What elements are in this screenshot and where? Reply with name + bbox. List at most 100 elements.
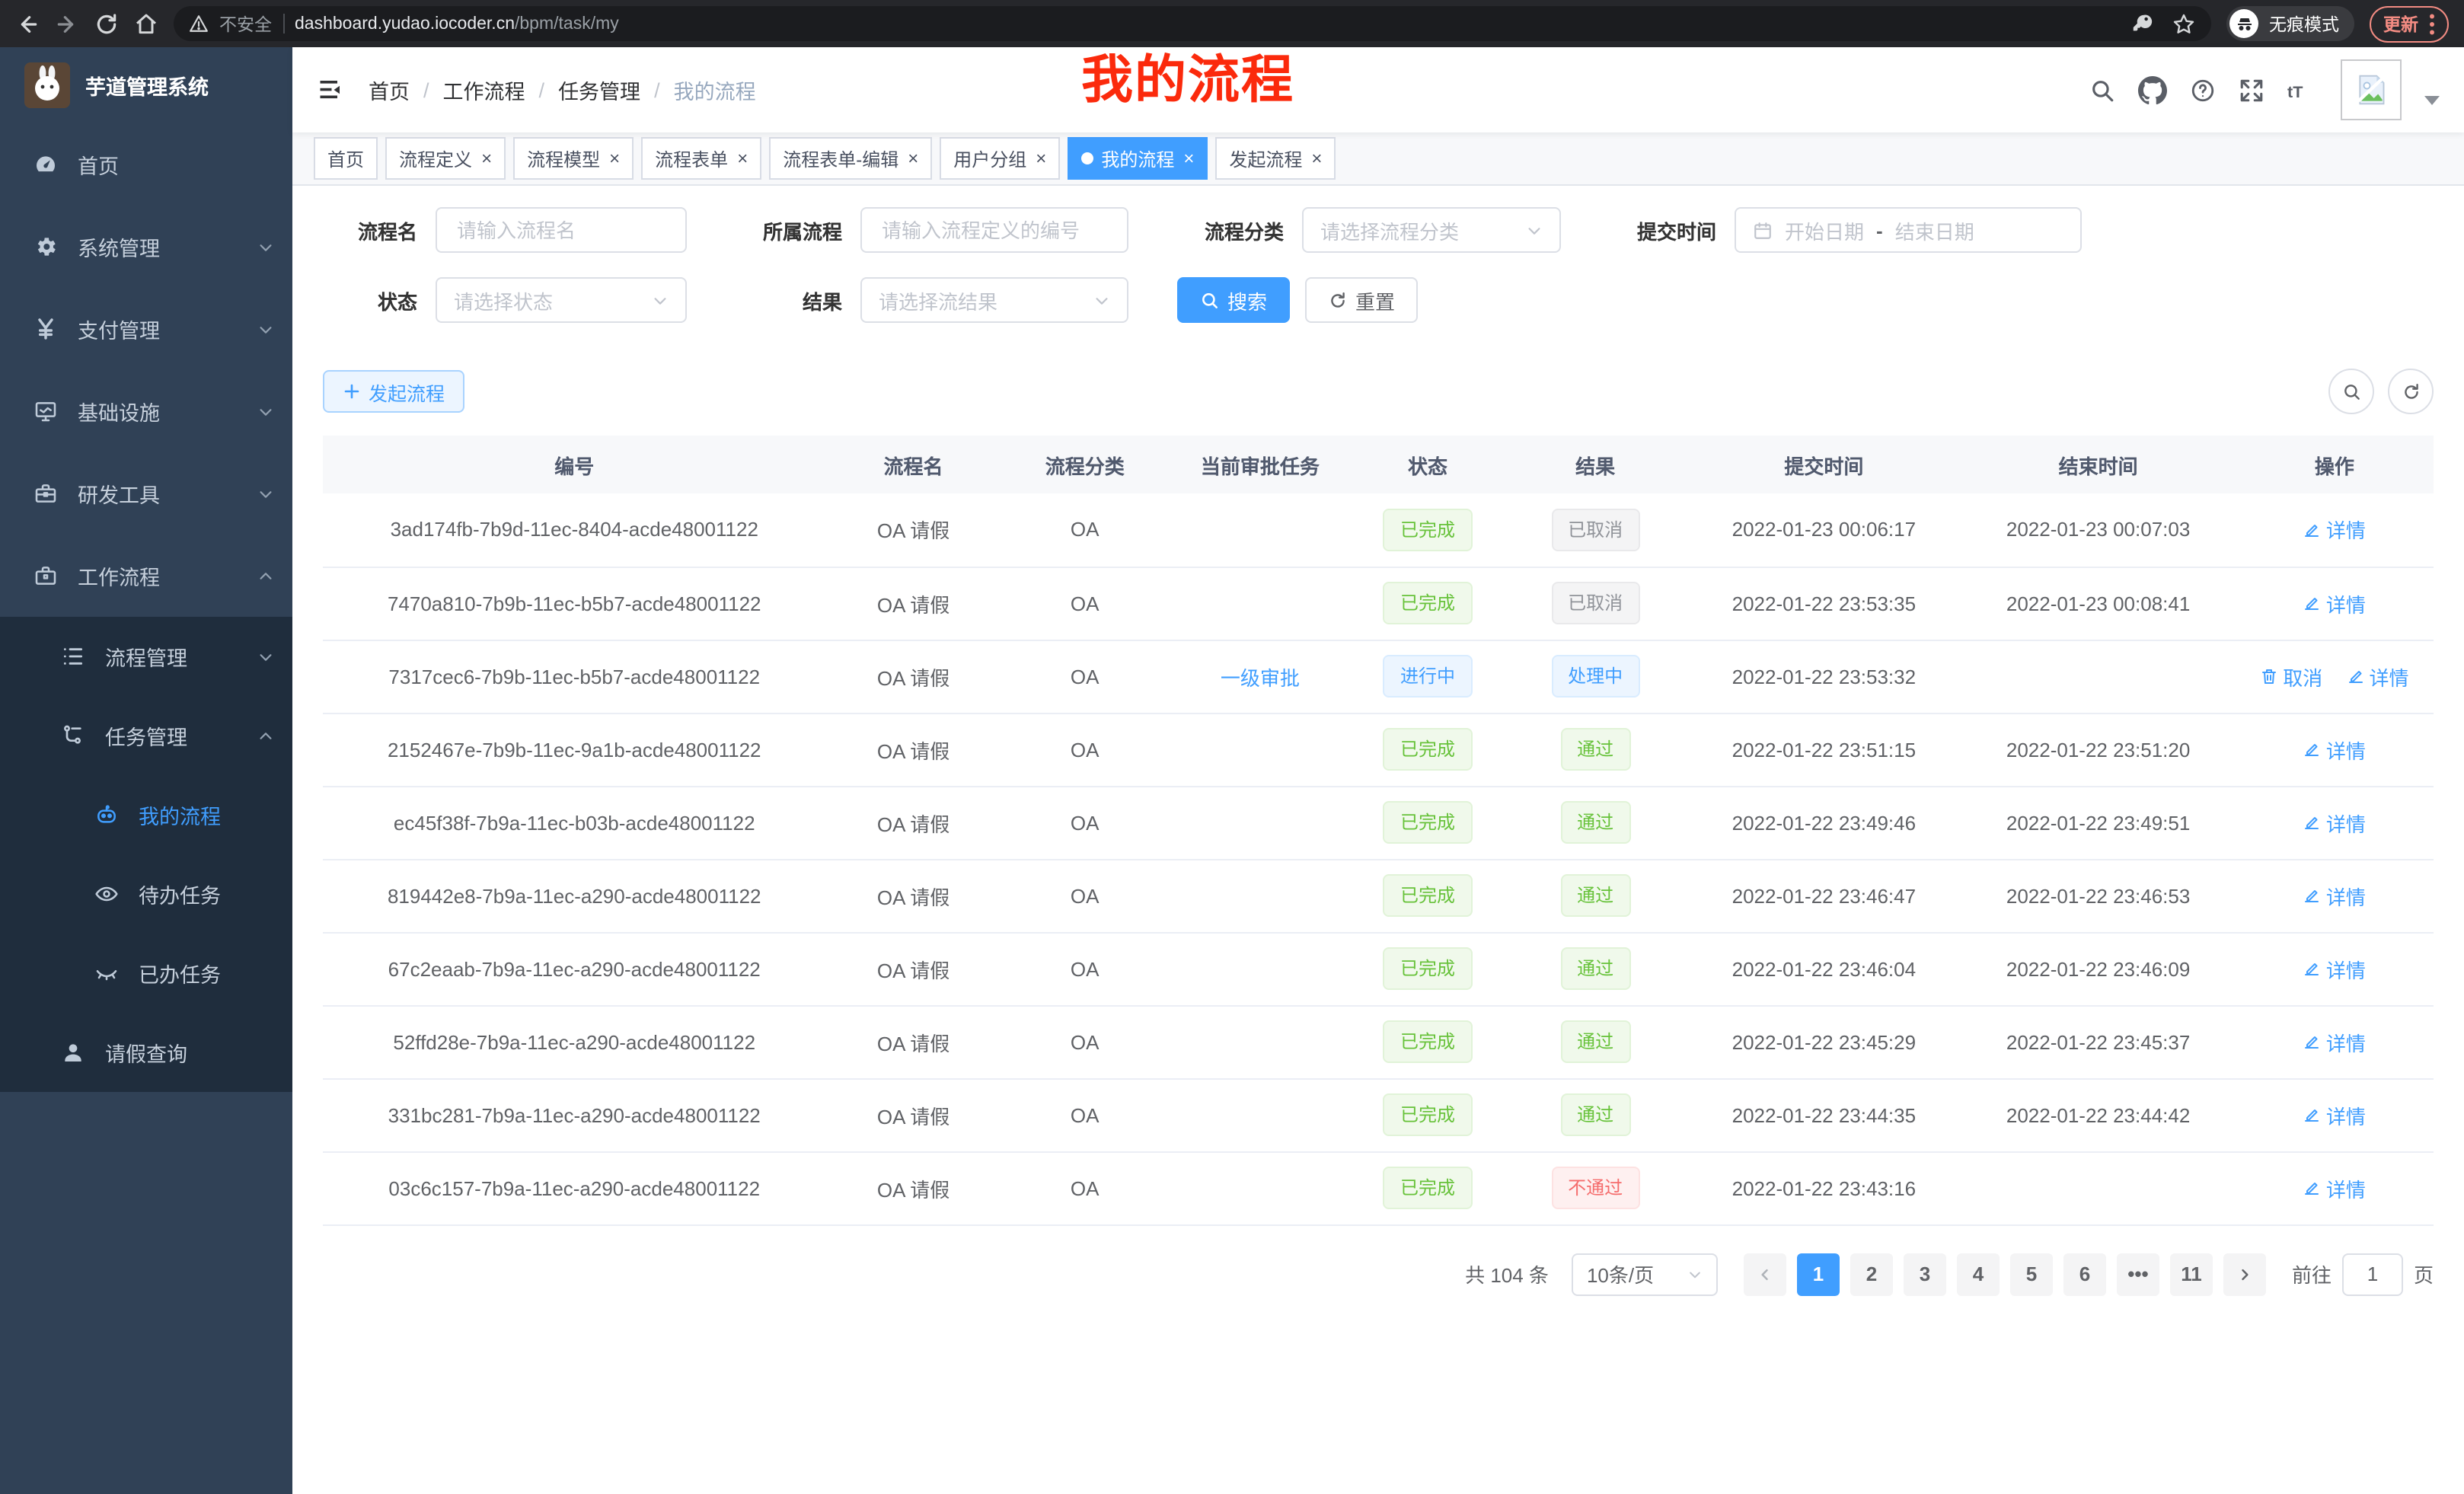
tab[interactable]: 发起流程 × xyxy=(1215,137,1336,180)
sidebar-item-todo-tasks[interactable]: 待办任务 xyxy=(0,854,292,934)
sidebar-item-my-process[interactable]: 我的流程 xyxy=(0,775,292,854)
detail-action[interactable]: 详情 xyxy=(2303,1173,2366,1202)
result-select[interactable]: 请选择流结果 xyxy=(860,277,1128,323)
next-page-button[interactable] xyxy=(2223,1253,2266,1295)
reset-button[interactable]: 重置 xyxy=(1305,277,1418,323)
sidebar-item-home[interactable]: 首页 xyxy=(0,123,292,206)
bookmark-star-icon[interactable] xyxy=(2172,11,2196,36)
home-icon[interactable] xyxy=(134,11,158,36)
page-button[interactable]: 4 xyxy=(1957,1253,2000,1295)
cell-submit-time: 2022-01-22 23:49:46 xyxy=(1687,786,1961,859)
github-icon[interactable] xyxy=(2138,75,2167,104)
detail-action[interactable]: 详情 xyxy=(2303,516,2366,544)
detail-action[interactable]: 详情 xyxy=(2303,881,2366,910)
detail-action[interactable]: 详情 xyxy=(2303,1027,2366,1056)
reload-icon[interactable] xyxy=(94,11,119,36)
forward-icon[interactable] xyxy=(55,11,79,36)
sidebar-item-payment[interactable]: 支付管理 xyxy=(0,288,292,370)
refresh-table-button[interactable] xyxy=(2388,369,2434,414)
category-select[interactable]: 请选择流程分类 xyxy=(1302,207,1561,253)
process-definition-input[interactable] xyxy=(860,207,1128,253)
detail-action[interactable]: 详情 xyxy=(2303,589,2366,618)
tab[interactable]: 流程表单-编辑 × xyxy=(769,137,932,180)
tab-close-icon[interactable]: × xyxy=(609,149,620,168)
sidebar-item-leave-query[interactable]: 请假查询 xyxy=(0,1013,292,1092)
page-button[interactable]: 6 xyxy=(2063,1253,2106,1295)
tab-close-icon[interactable]: × xyxy=(1311,149,1322,168)
detail-action[interactable]: 详情 xyxy=(2346,662,2408,691)
tab-close-icon[interactable]: × xyxy=(1036,149,1046,168)
tab[interactable]: 流程表单 × xyxy=(641,137,761,180)
search-button[interactable]: 搜索 xyxy=(1177,277,1290,323)
edit-icon xyxy=(2303,740,2322,758)
detail-action[interactable]: 详情 xyxy=(2303,735,2366,764)
page-size-select[interactable]: 10条/页 xyxy=(1572,1253,1718,1295)
page-button[interactable]: ••• xyxy=(2117,1253,2159,1295)
caret-down-icon[interactable] xyxy=(2424,96,2440,105)
cell-actions: 详情 xyxy=(2236,1151,2434,1224)
tab-close-icon[interactable]: × xyxy=(908,149,918,168)
date-range-picker[interactable]: 开始日期 - 结束日期 xyxy=(1735,207,2082,253)
security-label: 不安全 xyxy=(219,11,272,36)
process-name-input[interactable] xyxy=(436,207,687,253)
cell-submit-time: 2022-01-22 23:53:35 xyxy=(1687,567,1961,640)
back-icon[interactable] xyxy=(15,11,40,36)
breadcrumb-workflow[interactable]: 工作流程 xyxy=(443,75,525,105)
tab[interactable]: 流程定义 × xyxy=(385,137,506,180)
detail-action[interactable]: 详情 xyxy=(2303,1100,2366,1129)
tab-close-icon[interactable]: × xyxy=(737,149,748,168)
address-bar[interactable]: 不安全 dashboard.yudao.iocoder.cn/bpm/task/… xyxy=(174,6,2211,41)
browser-menu-icon[interactable] xyxy=(2429,13,2435,34)
tab[interactable]: 我的流程 × xyxy=(1068,137,1208,180)
process-name-input-field[interactable] xyxy=(454,217,669,243)
font-size-icon[interactable]: tT xyxy=(2287,76,2318,104)
sidebar-item-done-tasks[interactable]: 已办任务 xyxy=(0,934,292,1013)
page-button[interactable]: 11 xyxy=(2170,1253,2213,1295)
chevron-down-icon xyxy=(257,648,274,665)
fullscreen-icon[interactable] xyxy=(2239,77,2265,103)
cell-end-time: 2022-01-22 23:51:20 xyxy=(1961,713,2235,786)
status-select[interactable]: 请选择状态 xyxy=(436,277,687,323)
detail-action-label: 详情 xyxy=(2326,1100,2366,1129)
detail-action[interactable]: 详情 xyxy=(2303,954,2366,983)
cell-actions: 取消 详情 xyxy=(2236,640,2434,713)
tab-close-icon[interactable]: × xyxy=(1183,149,1194,168)
avatar[interactable] xyxy=(2341,59,2402,120)
sidebar-item-devtools[interactable]: 研发工具 xyxy=(0,452,292,535)
jump-page-input[interactable] xyxy=(2342,1253,2403,1295)
page-button[interactable]: 1 xyxy=(1797,1253,1840,1295)
tab[interactable]: 用户分组 × xyxy=(940,137,1060,180)
detail-action[interactable]: 详情 xyxy=(2303,808,2366,837)
current-task-link[interactable]: 一级审批 xyxy=(1221,666,1300,689)
page-button[interactable]: 3 xyxy=(1904,1253,1946,1295)
key-icon[interactable] xyxy=(2130,12,2153,35)
page-button[interactable]: 2 xyxy=(1850,1253,1893,1295)
refresh-icon xyxy=(2401,381,2421,401)
process-definition-input-field[interactable] xyxy=(879,217,1110,243)
page-button[interactable]: 5 xyxy=(2010,1253,2053,1295)
sidebar-item-label: 流程管理 xyxy=(105,641,187,672)
help-icon[interactable] xyxy=(2190,77,2216,103)
prev-page-button[interactable] xyxy=(1744,1253,1786,1295)
cancel-action[interactable]: 取消 xyxy=(2260,662,2322,691)
filter-category-label: 流程分类 xyxy=(1177,215,1284,244)
update-button[interactable]: 更新 xyxy=(2370,5,2449,42)
breadcrumb-task-mgmt[interactable]: 任务管理 xyxy=(558,75,640,105)
sidebar-collapse-icon[interactable] xyxy=(317,76,344,104)
cell-end-time xyxy=(1961,1151,2235,1224)
tab[interactable]: 流程模型 × xyxy=(513,137,634,180)
toggle-search-button[interactable] xyxy=(2328,369,2374,414)
cell-id: 7317cec6-7b9b-11ec-b5b7-acde48001122 xyxy=(323,640,825,713)
sidebar-item-workflow[interactable]: 工作流程 xyxy=(0,535,292,617)
sidebar-item-task-mgmt[interactable]: 任务管理 xyxy=(0,696,292,775)
search-icon[interactable] xyxy=(2089,77,2115,103)
breadcrumb-home[interactable]: 首页 xyxy=(369,75,410,105)
tab[interactable]: 首页 xyxy=(314,137,378,180)
tab-close-icon[interactable]: × xyxy=(481,149,492,168)
tab-bar: 首页 流程定义 × 流程模型 × xyxy=(292,132,2464,186)
create-process-button[interactable]: 发起流程 xyxy=(323,370,464,413)
sidebar-item-system[interactable]: 系统管理 xyxy=(0,206,292,288)
sidebar-item-infrastructure[interactable]: 基础设施 xyxy=(0,370,292,452)
sidebar-item-process-mgmt[interactable]: 流程管理 xyxy=(0,617,292,696)
detail-action-label: 详情 xyxy=(2326,808,2366,837)
